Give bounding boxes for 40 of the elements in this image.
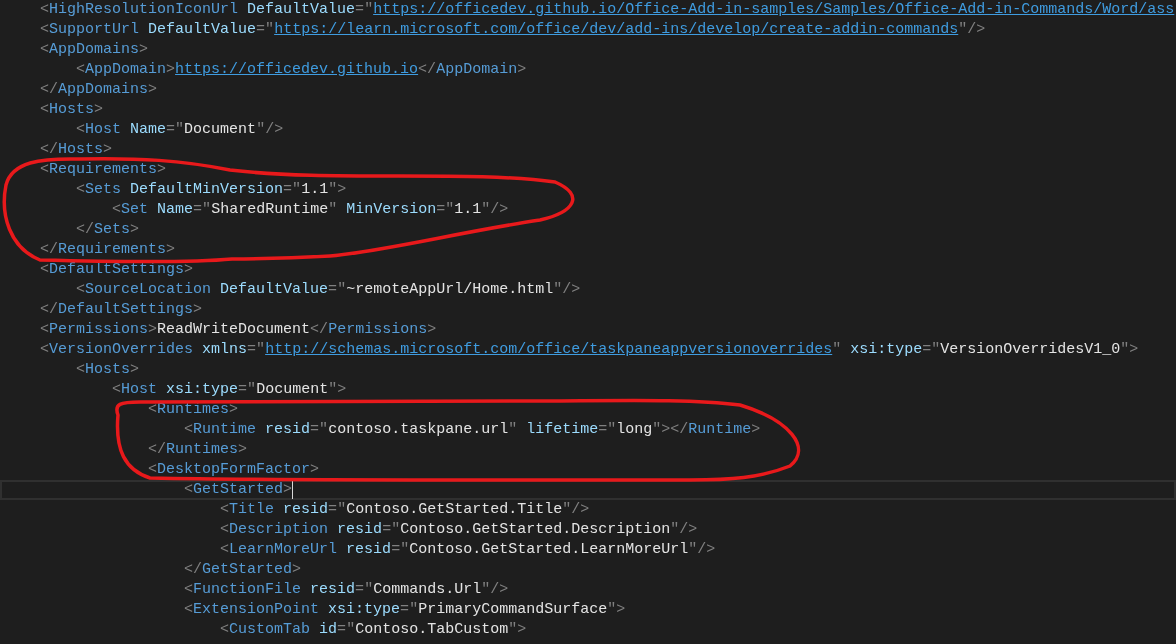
- code-text: <SupportUrl DefaultValue=": [39, 20, 275, 40]
- code-line: <FunctionFile resid="Commands.Url"/>: [183, 580, 509, 600]
- code-line: </GetStarted>: [183, 560, 302, 580]
- code-text: <HighResolutionIconUrl DefaultValue=": [39, 0, 374, 20]
- code-line: <DefaultSettings>: [39, 260, 194, 280]
- url-link[interactable]: https://officedev.github.io/Office-Add-in-samples/Samples/Office-Add-in-Commands/Word/ass: [373, 0, 1175, 20]
- code-line: <Runtimes>: [147, 400, 239, 420]
- code-line: <Requirements>: [39, 160, 167, 180]
- text-cursor: [292, 481, 294, 499]
- code-line: </DefaultSettings>: [39, 300, 203, 320]
- code-line: <Hosts>: [75, 360, 140, 380]
- url-link[interactable]: http://schemas.microsoft.com/office/taskpaneappversionoverrides: [265, 340, 833, 360]
- code-text: "/>: [958, 20, 986, 40]
- code-text: <AppDomain>: [75, 60, 176, 80]
- code-line: <Host xsi:type="Document">: [111, 380, 347, 400]
- url-link[interactable]: https://learn.microsoft.com/office/dev/add-ins/develop/create-addin-commands: [274, 20, 959, 40]
- code-text: " xsi:type="VersionOverridesV1_0">: [832, 340, 1139, 360]
- code-line: <Description resid="Contoso.GetStarted.Description"/>: [219, 520, 698, 540]
- code-line: <Hosts>: [39, 100, 104, 120]
- code-line: <SourceLocation DefaultValue="~remoteAppUrl/Home.html"/>: [75, 280, 581, 300]
- code-line: <AppDomains>: [39, 40, 149, 60]
- code-line: </AppDomains>: [39, 80, 158, 100]
- code-line: <GetStarted>: [183, 480, 293, 500]
- code-line: <LearnMoreUrl resid="Contoso.GetStarted.LearnMoreUrl"/>: [219, 540, 716, 560]
- code-line: <Host Name="Document"/>: [75, 120, 284, 140]
- code-line: <Permissions>ReadWriteDocument</Permissions>: [39, 320, 437, 340]
- code-line: <Set Name="SharedRuntime" MinVersion="1.1"/>: [111, 200, 509, 220]
- code-line: <Sets DefaultMinVersion="1.1">: [75, 180, 347, 200]
- code-line: <ExtensionPoint xsi:type="PrimaryCommandSurface">: [183, 600, 626, 620]
- code-line: </Sets>: [75, 220, 140, 240]
- code-line: </Hosts>: [39, 140, 113, 160]
- code-line: </Requirements>: [39, 240, 176, 260]
- code-line: <CustomTab id="Contoso.TabCustom">: [219, 620, 527, 640]
- url-link[interactable]: https://officedev.github.io: [175, 60, 419, 80]
- code-line: <Title resid="Contoso.GetStarted.Title"/>: [219, 500, 590, 520]
- code-line: </Runtimes>: [147, 440, 248, 460]
- code-text: </AppDomain>: [418, 60, 527, 80]
- code-line: <Runtime resid="contoso.taskpane.url" lifetime="long"></Runtime>: [183, 420, 761, 440]
- code-text: <VersionOverrides xmlns=": [39, 340, 266, 360]
- code-line: <DesktopFormFactor>: [147, 460, 320, 480]
